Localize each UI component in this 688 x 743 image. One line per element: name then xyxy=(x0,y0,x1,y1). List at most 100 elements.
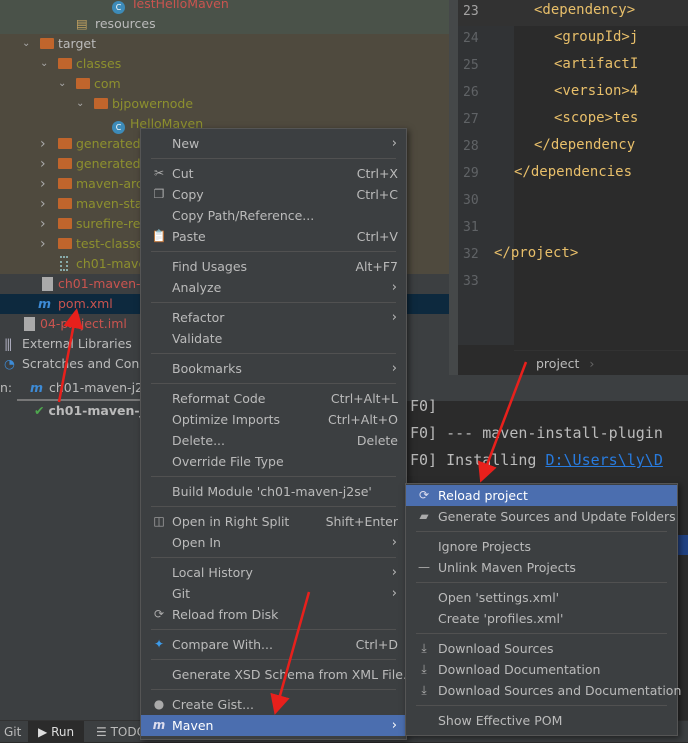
tree-item[interactable]: generated- xyxy=(76,154,145,174)
chevron-right-icon: › xyxy=(391,718,397,733)
resources-folder-icon: ▤ xyxy=(76,16,88,31)
tree-item[interactable]: TestHelloMaven xyxy=(131,0,229,14)
menu-item-download-sources[interactable]: ⤓ Download Sources xyxy=(406,638,677,659)
code-line[interactable]: <dependency> xyxy=(534,2,635,18)
chevron-right-icon[interactable]: › xyxy=(40,197,50,211)
code-line[interactable]: <groupId>j xyxy=(554,29,638,45)
chevron-down-icon[interactable]: ⌄ xyxy=(22,38,32,50)
menu-item-find-usages[interactable]: Find Usages Alt+F7 xyxy=(141,256,406,277)
menu-item-label: Paste xyxy=(172,229,206,244)
menu-item-label: Download Sources and Documentation xyxy=(438,683,682,698)
chevron-right-icon: › xyxy=(391,586,397,601)
menu-item-reload-project[interactable]: ⟳ Reload project xyxy=(406,485,677,506)
menu-item-delete[interactable]: Delete... Delete xyxy=(141,430,406,451)
tree-item[interactable]: External Libraries xyxy=(22,334,132,354)
menu-item-git[interactable]: Git › xyxy=(141,583,406,604)
chevron-right-icon[interactable]: › xyxy=(40,137,50,151)
chevron-down-icon[interactable]: ⌄ xyxy=(76,98,86,110)
tree-item[interactable]: target xyxy=(58,34,96,54)
menu-item-cut[interactable]: ✂ Cut Ctrl+X xyxy=(141,163,406,184)
shortcut-label: Ctrl+D xyxy=(355,637,398,652)
run-tree-item[interactable]: ✔ ch01-maven-j2 xyxy=(34,401,153,421)
tree-item[interactable]: ch01-maven-j2 xyxy=(58,274,152,294)
menu-item-create-gist[interactable]: ● Create Gist... xyxy=(141,694,406,715)
line-number: 29 xyxy=(463,166,479,181)
tree-item[interactable]: 04-project.iml xyxy=(40,314,127,334)
chevron-right-icon[interactable]: › xyxy=(40,217,50,231)
menu-item-optimize-imports[interactable]: Optimize Imports Ctrl+Alt+O xyxy=(141,409,406,430)
menu-item-generate-sources-and-update-folders[interactable]: ▰ Generate Sources and Update Folders xyxy=(406,506,677,527)
java-class-icon: C xyxy=(112,114,130,134)
menu-item-bookmarks[interactable]: Bookmarks › xyxy=(141,358,406,379)
menu-item-label: Build Module 'ch01-maven-j2se' xyxy=(172,484,372,499)
code-editor[interactable]: 23 <dependency> 24 <groupId>j 25 <artifactI 26… xyxy=(458,0,688,396)
code-line[interactable]: </dependency xyxy=(534,137,635,153)
menu-item-download-sources-and-documentation[interactable]: ⤓ Download Sources and Documentation xyxy=(406,680,681,701)
menu-separator xyxy=(151,476,396,477)
menu-item-label: Reload project xyxy=(438,488,528,503)
menu-item-paste[interactable]: 📋 Paste Ctrl+V xyxy=(141,226,406,247)
menu-item-build-module-ch01-maven-j2se[interactable]: Build Module 'ch01-maven-j2se' xyxy=(141,481,406,502)
clipboard-icon: 📋 xyxy=(151,229,167,243)
menu-item-label: Unlink Maven Projects xyxy=(438,560,576,575)
tree-item[interactable]: generated- xyxy=(76,134,145,154)
menu-item-ignore-projects[interactable]: Ignore Projects xyxy=(406,536,677,557)
menu-item-validate[interactable]: Validate xyxy=(141,328,406,349)
chevron-right-icon[interactable]: › xyxy=(40,237,50,251)
todo-tool-button[interactable]: ☰ TODO xyxy=(96,721,146,743)
tree-item[interactable]: ch01-mave xyxy=(76,254,146,274)
list-icon: ☰ xyxy=(96,725,107,739)
code-line[interactable]: </dependencies xyxy=(514,164,632,180)
tree-item[interactable]: classes xyxy=(76,54,121,74)
menu-item-refactor[interactable]: Refactor › xyxy=(141,307,406,328)
tree-item[interactable]: test-classes xyxy=(76,234,150,254)
tree-item[interactable]: pom.xml xyxy=(58,294,113,314)
chevron-down-icon[interactable]: ⌄ xyxy=(58,78,68,90)
menu-item-maven[interactable]: m Maven › xyxy=(141,715,406,736)
menu-item-download-documentation[interactable]: ⤓ Download Documentation xyxy=(406,659,677,680)
menu-item-create-profiles-xml[interactable]: Create 'profiles.xml' xyxy=(406,608,677,629)
code-line[interactable]: <artifactI xyxy=(554,56,638,72)
menu-item-label: Open in Right Split xyxy=(172,514,290,529)
tree-item[interactable]: Scratches and Conso xyxy=(22,354,153,374)
menu-item-override-file-type[interactable]: Override File Type xyxy=(141,451,406,472)
console-path-link[interactable]: D:\Users\ly\D xyxy=(545,451,662,469)
shortcut-label: Ctrl+V xyxy=(356,229,398,244)
maven-icon: m xyxy=(152,718,166,732)
chevron-right-icon[interactable]: › xyxy=(40,157,50,171)
menu-item-compare-with[interactable]: ✦ Compare With... Ctrl+D xyxy=(141,634,406,655)
code-line[interactable]: <scope>tes xyxy=(554,110,638,126)
chevron-down-icon[interactable]: ⌄ xyxy=(40,58,50,70)
menu-item-show-effective-pom[interactable]: Show Effective POM xyxy=(406,710,677,731)
console-selection xyxy=(678,535,688,555)
code-line[interactable]: </project> xyxy=(494,245,578,261)
tree-item[interactable]: resources xyxy=(95,14,156,34)
menu-item-unlink-maven-projects[interactable]: — Unlink Maven Projects xyxy=(406,557,677,578)
tree-item[interactable]: maven-stat xyxy=(76,194,147,214)
menu-item-copy[interactable]: ❐ Copy Ctrl+C xyxy=(141,184,406,205)
menu-item-open-in[interactable]: Open In › xyxy=(141,532,406,553)
menu-item-label: Compare With... xyxy=(172,637,273,652)
line-number: 23 xyxy=(463,4,479,19)
git-tool-button[interactable]: Git xyxy=(4,721,21,743)
menu-item-open-in-right-split[interactable]: ◫ Open in Right Split Shift+Enter xyxy=(141,511,406,532)
tree-item[interactable]: surefire-rep xyxy=(76,214,148,234)
code-line[interactable]: <version>4 xyxy=(554,83,638,99)
menu-item-generate-xsd-schema-from-xml-file[interactable]: Generate XSD Schema from XML File... xyxy=(141,664,415,685)
menu-item-new[interactable]: New › xyxy=(141,133,406,154)
menu-item-reload-from-disk[interactable]: ⟳ Reload from Disk xyxy=(141,604,406,625)
menu-item-open-settings-xml[interactable]: Open 'settings.xml' xyxy=(406,587,677,608)
run-tool-button[interactable]: ▶ Run xyxy=(28,721,84,742)
tree-item[interactable]: com xyxy=(94,74,121,94)
breadcrumb-project[interactable]: project xyxy=(536,356,579,371)
menu-item-reformat-code[interactable]: Reformat Code Ctrl+Alt+L xyxy=(141,388,406,409)
chevron-right-icon[interactable]: › xyxy=(40,177,50,191)
tree-scrollbar[interactable] xyxy=(449,0,458,375)
shortcut-label: Alt+F7 xyxy=(355,259,398,274)
menu-item-copy-path-reference[interactable]: Copy Path/Reference... xyxy=(141,205,406,226)
tree-item[interactable]: maven-arcl xyxy=(76,174,146,194)
menu-separator xyxy=(151,302,396,303)
menu-item-local-history[interactable]: Local History › xyxy=(141,562,406,583)
tree-item[interactable]: bjpowernode xyxy=(112,94,193,114)
menu-item-analyze[interactable]: Analyze › xyxy=(141,277,406,298)
